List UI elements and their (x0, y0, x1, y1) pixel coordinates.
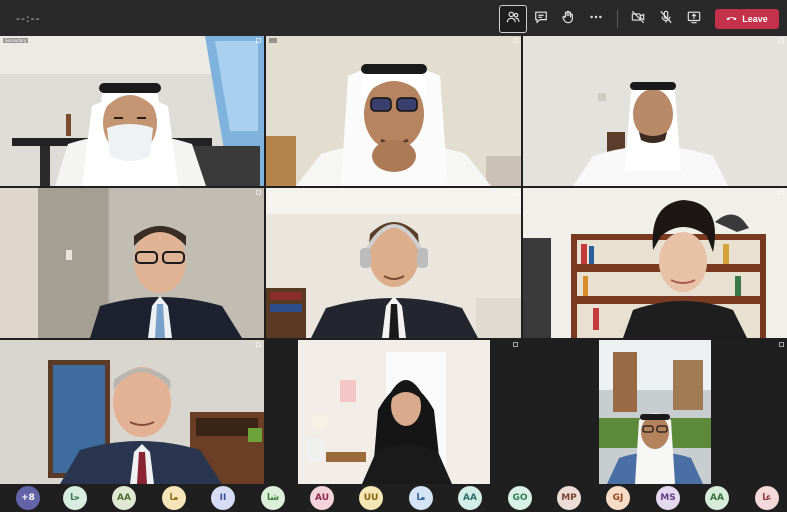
participant-video (266, 340, 521, 484)
participant-avatar[interactable]: ما (409, 486, 433, 510)
avatar-initials: II (219, 493, 227, 503)
share-screen-button[interactable] (680, 5, 708, 33)
toolbar-divider (617, 10, 618, 28)
participant-avatar[interactable]: MS (656, 486, 680, 510)
participant-video (523, 188, 787, 338)
participant-avatar[interactable]: II (211, 486, 235, 510)
meeting-timer: --:-- (16, 12, 41, 25)
tile-label: ... (269, 38, 277, 43)
chat-button[interactable] (527, 5, 555, 33)
participant-avatar[interactable]: حا (63, 486, 87, 510)
participant-avatar[interactable]: MP (557, 486, 581, 510)
expand-icon[interactable] (779, 190, 784, 195)
more-icon (589, 10, 603, 29)
camera-off-icon (631, 10, 645, 29)
video-tile[interactable] (523, 188, 787, 338)
share-screen-icon (687, 10, 701, 29)
avatar-initials: ما (169, 493, 179, 503)
video-tile[interactable] (523, 340, 787, 484)
video-grid: Secondary ... (0, 36, 787, 484)
avatar-initials: UU (363, 493, 379, 503)
participants-strip: +8 حا AA ما II شا AU UU ما AA GO MP GJ MS AA غا (0, 484, 787, 512)
expand-icon[interactable] (256, 342, 261, 347)
participant-video (0, 36, 264, 186)
avatar-initials: GJ (612, 493, 624, 503)
overflow-count: +8 (21, 493, 35, 503)
expand-icon[interactable] (779, 38, 784, 43)
avatar-initials: AA (117, 493, 131, 503)
leave-button[interactable]: Leave (715, 9, 779, 29)
expand-icon[interactable] (513, 342, 518, 347)
avatar-initials: ما (416, 493, 426, 503)
avatar-initials: AU (315, 493, 329, 503)
leave-label: Leave (742, 14, 768, 24)
video-tile[interactable] (0, 188, 264, 338)
avatar-initials: MP (561, 493, 577, 503)
expand-icon[interactable] (513, 38, 518, 43)
participant-avatar[interactable]: AA (112, 486, 136, 510)
avatar-initials: AA (710, 493, 724, 503)
expand-icon[interactable] (779, 342, 784, 347)
avatar-initials: GO (512, 493, 528, 503)
expand-icon[interactable] (256, 38, 261, 43)
camera-toggle-button[interactable] (624, 5, 652, 33)
phone-hangup-icon (726, 14, 737, 24)
participant-video (0, 188, 264, 338)
participant-avatar[interactable]: شا (261, 486, 285, 510)
expand-icon[interactable] (256, 190, 261, 195)
participant-avatar[interactable]: GO (508, 486, 532, 510)
participant-video (0, 340, 264, 484)
participant-avatar[interactable]: AA (458, 486, 482, 510)
participant-avatar[interactable]: ما (162, 486, 186, 510)
participant-avatar[interactable]: غا (755, 486, 779, 510)
video-tile[interactable] (0, 340, 264, 484)
participant-video (523, 340, 787, 484)
avatar-initials: AA (463, 493, 477, 503)
avatar-initials: MS (660, 493, 676, 503)
participant-video (523, 36, 787, 186)
meeting-toolbar: --:-- Leave (0, 0, 787, 36)
more-options-button[interactable] (582, 5, 610, 33)
avatar-initials: حا (70, 493, 80, 503)
participant-avatar[interactable]: GJ (606, 486, 630, 510)
participant-avatar[interactable]: AA (705, 486, 729, 510)
video-tile[interactable] (523, 36, 787, 186)
participant-avatar[interactable]: AU (310, 486, 334, 510)
raise-hand-icon (561, 10, 575, 29)
avatar-initials: غا (762, 493, 772, 503)
participant-video (266, 36, 521, 186)
video-tile[interactable]: ... (266, 36, 521, 186)
video-tile[interactable] (266, 188, 521, 338)
mic-toggle-button[interactable] (652, 5, 680, 33)
overflow-participants-button[interactable]: +8 (16, 486, 40, 510)
mic-off-icon (659, 10, 673, 29)
participants-button[interactable] (499, 5, 527, 33)
avatar-initials: شا (266, 493, 280, 503)
expand-icon[interactable] (513, 190, 518, 195)
participant-avatar[interactable]: UU (359, 486, 383, 510)
video-tile[interactable]: Secondary (0, 36, 264, 186)
chat-icon (534, 10, 548, 29)
participants-icon (506, 10, 520, 29)
tile-label: Secondary (3, 38, 29, 43)
video-tile[interactable] (266, 340, 521, 484)
participant-video (266, 188, 521, 338)
raise-hand-button[interactable] (554, 5, 582, 33)
